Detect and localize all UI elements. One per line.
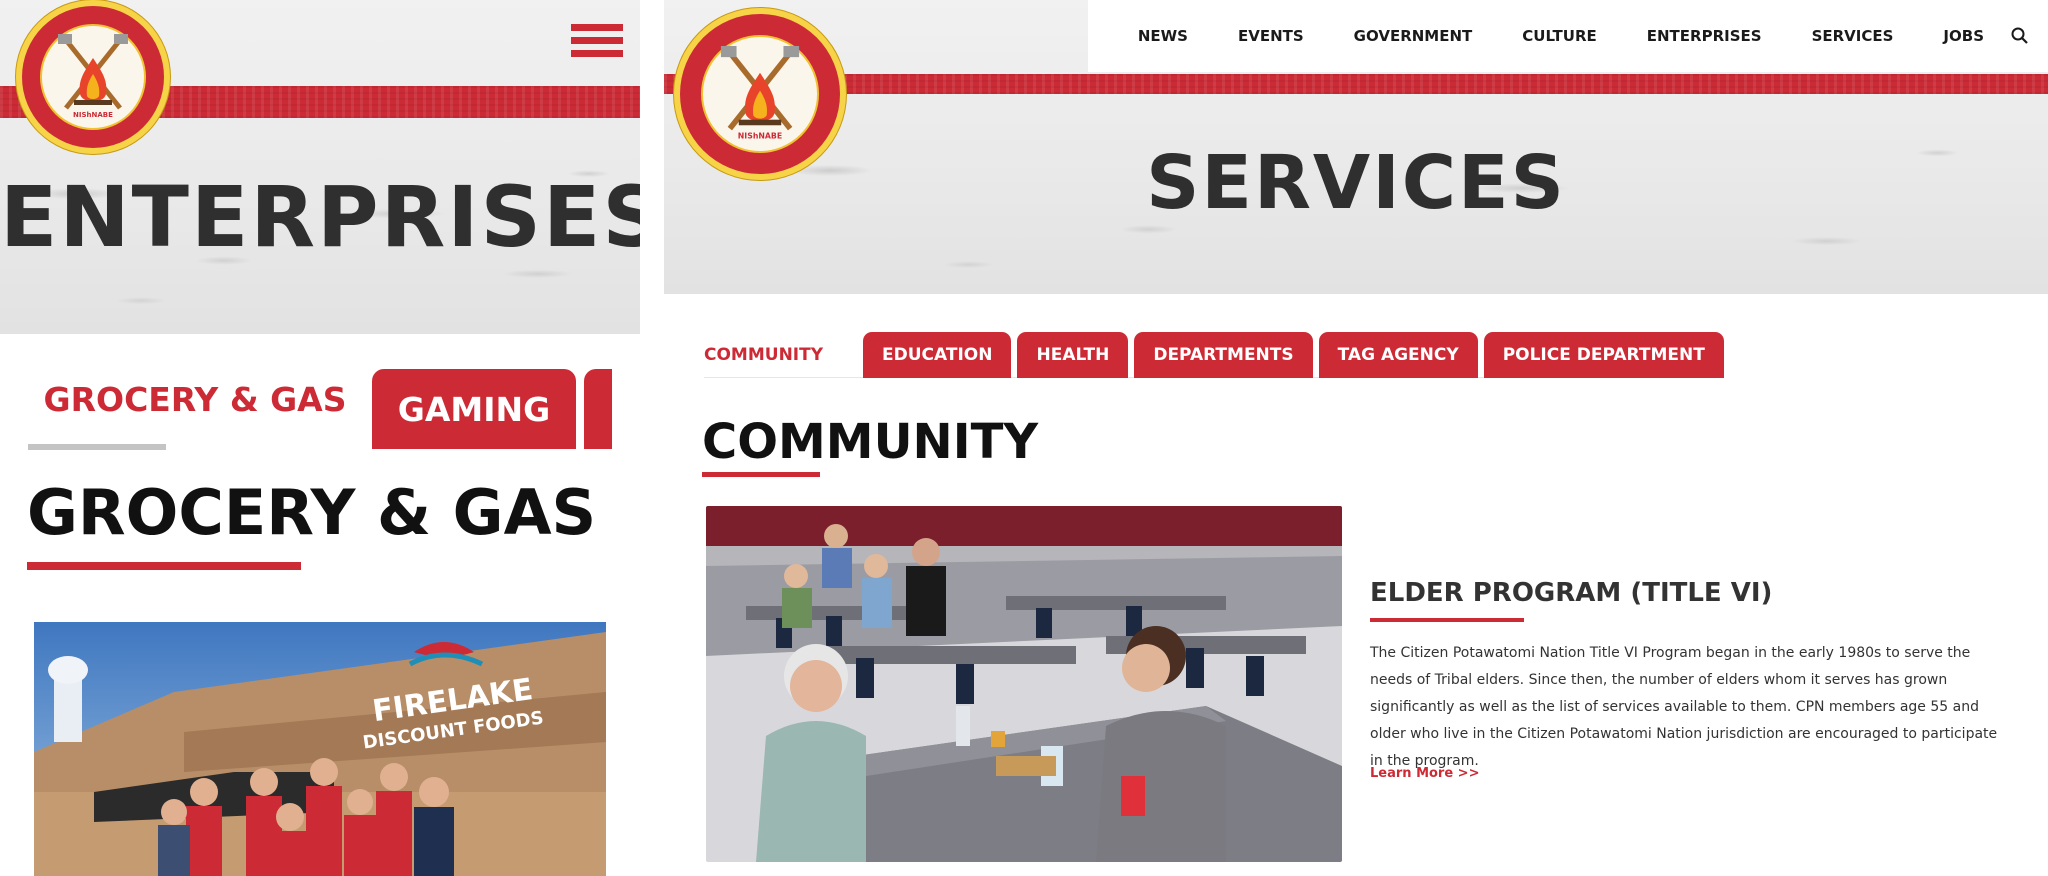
nav-culture[interactable]: CULTURE bbox=[1522, 27, 1596, 45]
hamburger-menu-icon[interactable] bbox=[571, 24, 623, 58]
store-photo-illustration: FIRELAKE DISCOUNT FOODS bbox=[34, 622, 606, 876]
tab-active-underline bbox=[28, 444, 166, 450]
firelake-store-photo: FIRELAKE DISCOUNT FOODS bbox=[34, 622, 606, 876]
hero-title: ENTERPRISES bbox=[0, 168, 640, 266]
search-icon[interactable] bbox=[2010, 26, 2030, 46]
hero-red-band bbox=[664, 74, 2048, 94]
card-title-underline bbox=[1370, 618, 1524, 622]
card-title: ELDER PROGRAM (TITLE VI) bbox=[1370, 578, 1773, 608]
nav-jobs[interactable]: JOBS bbox=[1943, 27, 1984, 45]
elder-program-photo bbox=[706, 506, 1342, 862]
tab-gaming[interactable]: GAMING bbox=[372, 369, 576, 449]
section-heading-underline bbox=[702, 472, 820, 477]
svg-text:NIShNABE: NIShNABE bbox=[73, 111, 113, 119]
card-description: The Citizen Potawatomi Nation Title VI P… bbox=[1370, 645, 1998, 769]
section-heading-underline bbox=[27, 562, 301, 570]
tab-grocery-gas[interactable]: GROCERY & GAS bbox=[28, 380, 362, 419]
tab-next-peek[interactable] bbox=[584, 369, 612, 449]
nav-enterprises[interactable]: ENTERPRISES bbox=[1647, 27, 1762, 45]
tab-health[interactable]: HEALTH bbox=[1017, 332, 1129, 378]
tab-police-department[interactable]: POLICE DEPARTMENT bbox=[1483, 332, 1724, 378]
section-heading: COMMUNITY bbox=[702, 414, 1039, 470]
svg-text:NIShNABE: NIShNABE bbox=[738, 132, 782, 141]
seal-emblem-icon: NIShNABE bbox=[58, 34, 128, 119]
tab-education[interactable]: EDUCATION bbox=[863, 332, 1012, 378]
tab-tag-agency[interactable]: TAG AGENCY bbox=[1318, 332, 1478, 378]
learn-more-link[interactable]: Learn More >> bbox=[1370, 766, 1479, 781]
services-desktop-page: SERVICES NEWS EVENTS GOVERNMENT CULTURE … bbox=[664, 0, 2048, 876]
tab-community[interactable]: COMMUNITY bbox=[704, 332, 843, 378]
nav-services[interactable]: SERVICES bbox=[1812, 27, 1894, 45]
nav-events[interactable]: EVENTS bbox=[1238, 27, 1304, 45]
enterprises-mobile-page: ENTERPRISES NIShNABE GROCERY & GAS GAMIN… bbox=[0, 0, 640, 876]
seal-logo[interactable]: NIShNABE bbox=[16, 0, 170, 154]
nav-government[interactable]: GOVERNMENT bbox=[1354, 27, 1473, 45]
seal-emblem-icon: NIShNABE bbox=[720, 45, 800, 141]
hero-title: SERVICES bbox=[1146, 140, 1566, 226]
dining-hall-illustration bbox=[706, 506, 1342, 862]
top-navigation: NEWS EVENTS GOVERNMENT CULTURE ENTERPRIS… bbox=[1087, 0, 2048, 72]
seal-logo[interactable]: NIShNABE bbox=[674, 8, 846, 180]
services-tabs: COMMUNITY EDUCATION HEALTH DEPARTMENTS T… bbox=[704, 332, 1730, 378]
section-heading: GROCERY & GAS bbox=[27, 476, 597, 549]
tab-departments[interactable]: DEPARTMENTS bbox=[1134, 332, 1313, 378]
nav-news[interactable]: NEWS bbox=[1138, 27, 1188, 45]
